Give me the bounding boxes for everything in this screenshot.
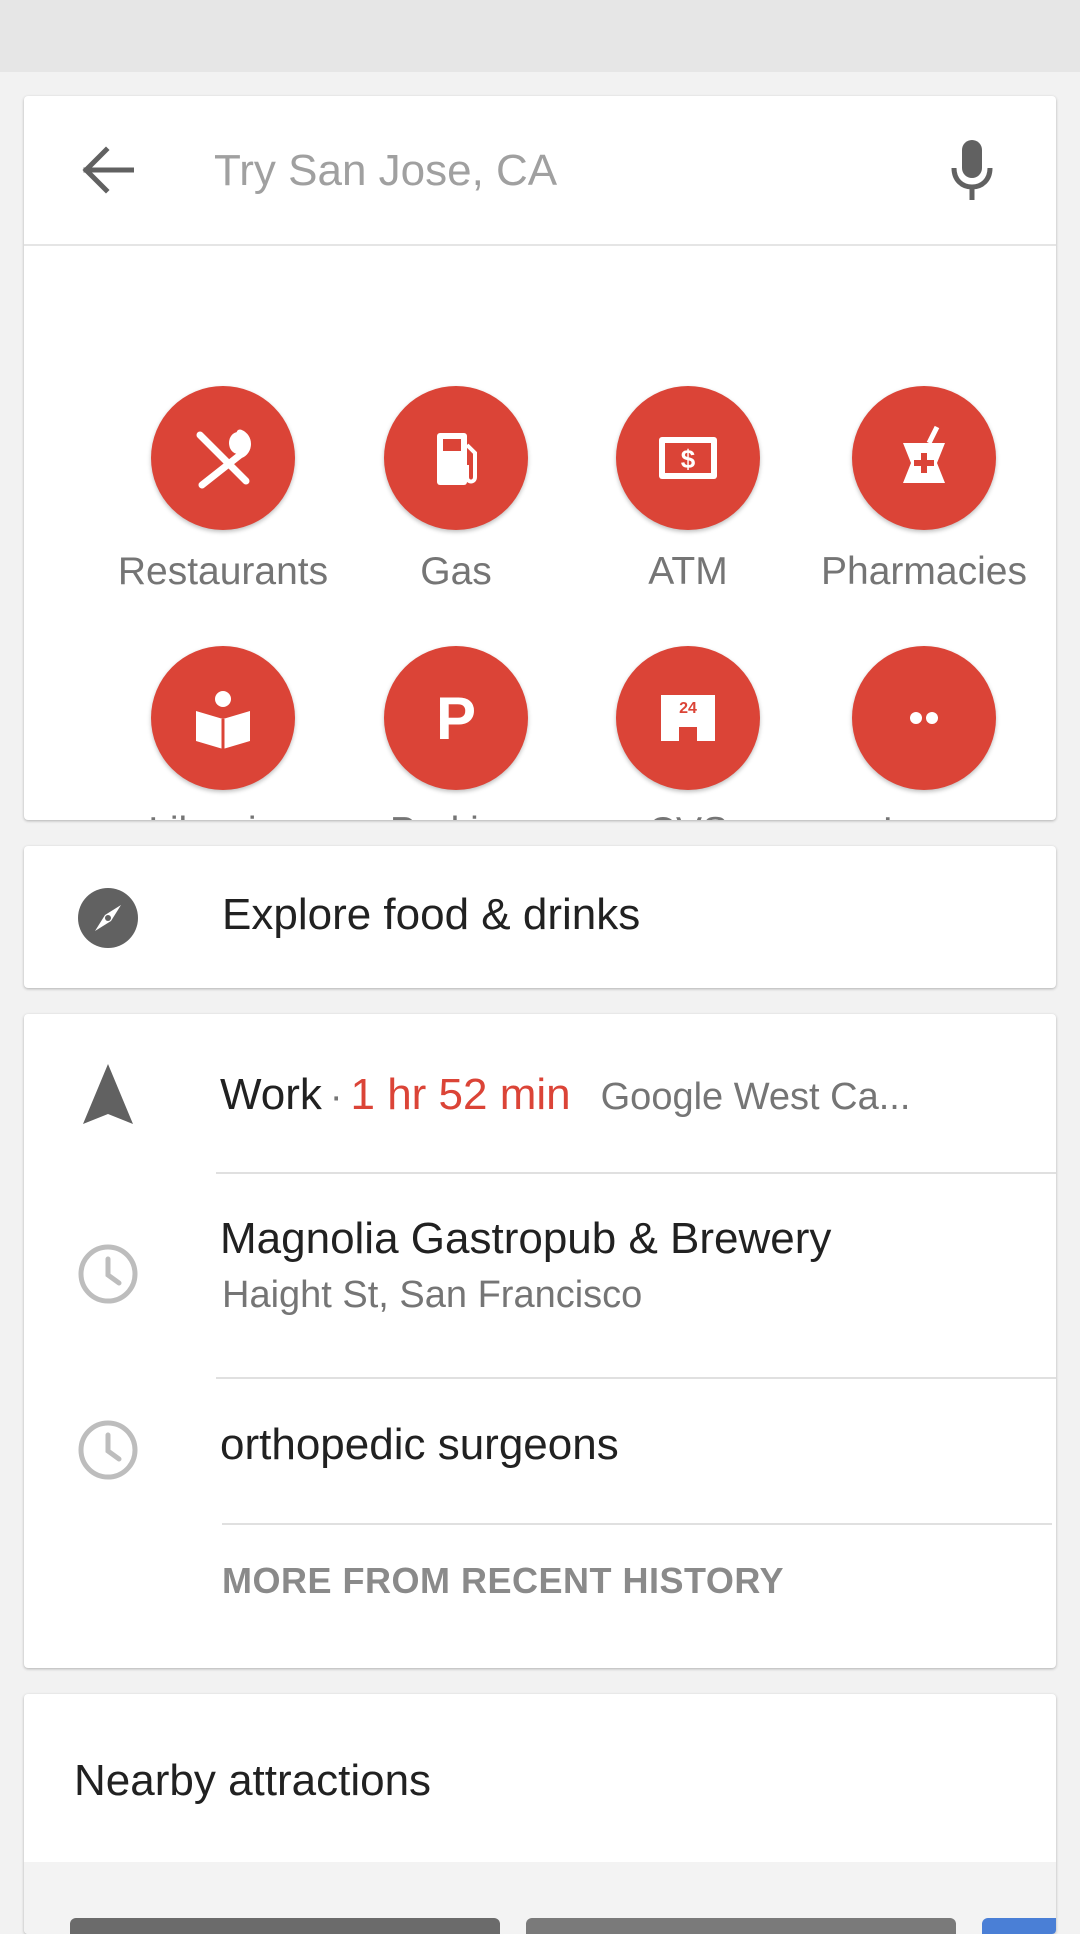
nearby-title: Nearby attractions: [74, 1756, 432, 1805]
category-parking[interactable]: P Parking: [336, 646, 576, 820]
category-label: Less: [804, 810, 1044, 820]
atm-icon: $: [616, 386, 760, 530]
store-24h-icon: 24: [616, 646, 760, 790]
category-label: Parking: [336, 810, 576, 820]
work-title: Work: [220, 1070, 322, 1119]
nearby-strip: [24, 1862, 1056, 1934]
history-item[interactable]: Magnolia Gastropub & Brewery Haight St, …: [24, 1174, 1056, 1378]
history-clock-icon: [76, 1242, 140, 1306]
pharmacy-icon: [852, 386, 996, 530]
explore-label: Explore food & drinks: [222, 890, 641, 939]
nearby-card: Nearby attractions: [24, 1694, 1056, 1934]
attraction-thumbnail[interactable]: [526, 1918, 956, 1934]
navigation-arrow-icon: [76, 1062, 140, 1126]
more-dots-icon: [852, 646, 996, 790]
category-atm[interactable]: $ ATM: [568, 386, 808, 626]
history-title: orthopedic surgeons: [220, 1420, 619, 1469]
more-history-button[interactable]: MORE FROM RECENT HISTORY: [222, 1560, 784, 1602]
category-label: ATM: [648, 550, 728, 593]
category-less[interactable]: Less: [804, 646, 1044, 820]
attraction-thumbnail[interactable]: [982, 1918, 1056, 1934]
category-label: Gas: [420, 550, 492, 593]
status-bar: [0, 0, 1080, 72]
category-grid: Restaurants Gas $ ATM Pharmacies P 24: [24, 246, 1056, 820]
search-input[interactable]: [214, 136, 914, 206]
svg-text:24: 24: [679, 700, 697, 717]
svg-text:P: P: [436, 685, 476, 752]
category-label: Restaurants: [117, 550, 329, 593]
history-item[interactable]: orthopedic surgeons: [24, 1378, 1056, 1524]
parking-icon: P: [384, 646, 528, 790]
restaurant-icon: [151, 386, 295, 530]
history-title: Magnolia Gastropub & Brewery: [220, 1214, 832, 1263]
mic-icon[interactable]: [940, 136, 1004, 206]
arrow-back-icon[interactable]: [78, 140, 138, 200]
history-clock-icon: [76, 1418, 140, 1482]
history-card: Work · 1 hr 52 min Google West Ca... Magnol…: [24, 1014, 1056, 1668]
category-label: Libraries: [103, 810, 343, 820]
svg-text:$: $: [681, 444, 696, 474]
separator-dot: ·: [329, 1076, 343, 1118]
library-icon: [151, 646, 295, 790]
explore-card[interactable]: Explore food & drinks: [24, 846, 1056, 988]
search-bar: [24, 96, 1056, 246]
gas-station-icon: [384, 386, 528, 530]
category-label: Pharmacies: [821, 550, 1027, 593]
category-restaurants[interactable]: Restaurants: [103, 386, 343, 626]
search-card: Restaurants Gas $ ATM: [24, 96, 1056, 820]
category-cvs[interactable]: 24 CVS: [568, 646, 808, 820]
compass-icon: [76, 886, 140, 950]
work-row[interactable]: Work · 1 hr 52 min Google West Ca...: [24, 1014, 1056, 1174]
attraction-thumbnail[interactable]: [70, 1918, 500, 1934]
work-eta: 1 hr 52 min: [350, 1070, 571, 1119]
category-label: CVS: [568, 810, 808, 820]
divider: [222, 1523, 1052, 1525]
category-libraries[interactable]: Libraries: [103, 646, 343, 820]
work-summary: Work · 1 hr 52 min Google West Ca...: [220, 1070, 910, 1120]
category-gas[interactable]: Gas: [336, 386, 576, 626]
category-pharmacies[interactable]: Pharmacies: [804, 386, 1044, 626]
work-destination: Google West Ca...: [600, 1076, 911, 1118]
history-subtitle: Haight St, San Francisco: [222, 1274, 643, 1316]
